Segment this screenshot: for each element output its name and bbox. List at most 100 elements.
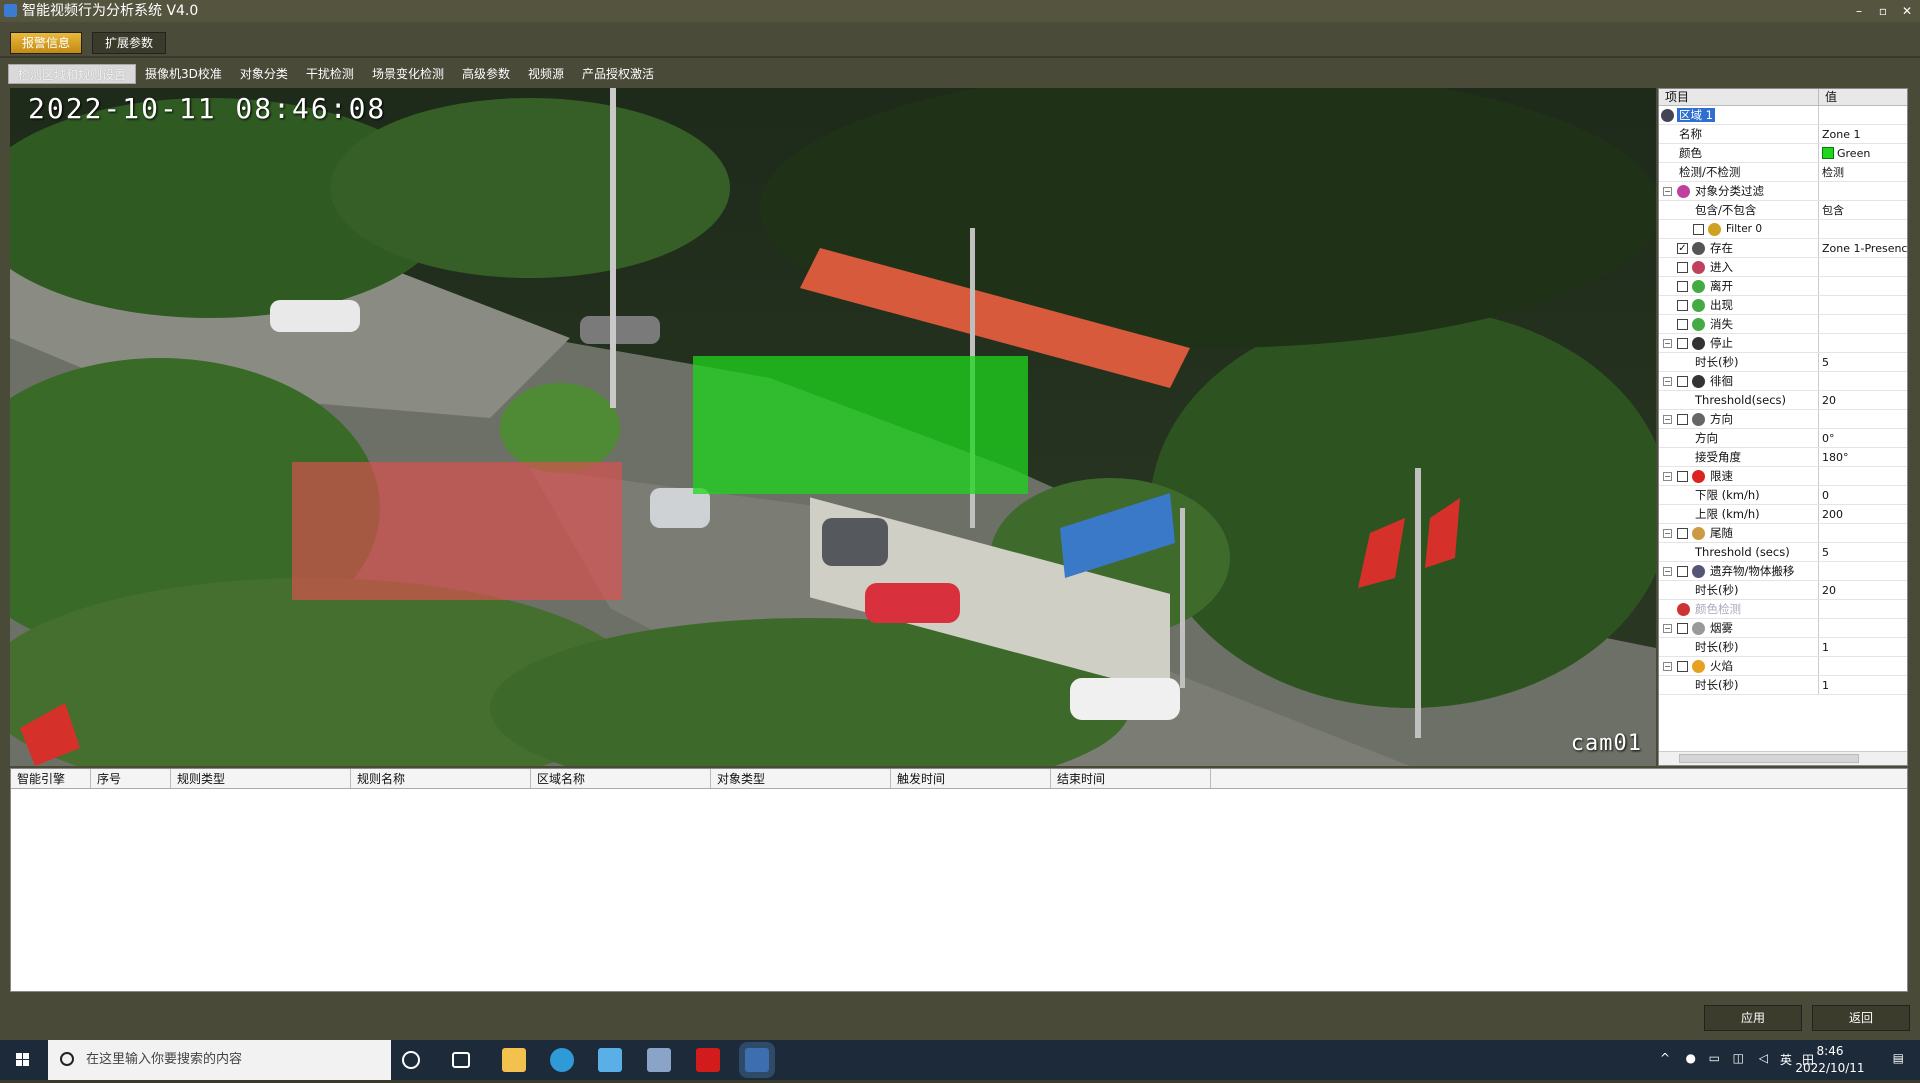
- property-value[interactable]: 检测: [1819, 163, 1907, 181]
- property-value[interactable]: [1819, 619, 1907, 637]
- property-row[interactable]: 离开: [1659, 277, 1907, 296]
- col-end-time[interactable]: 结束时间: [1051, 769, 1211, 788]
- zone-1-green[interactable]: [693, 356, 1028, 494]
- collapse-toggle-icon[interactable]: −: [1663, 415, 1672, 424]
- property-value[interactable]: 1: [1819, 638, 1907, 656]
- property-row[interactable]: − 徘徊: [1659, 372, 1907, 391]
- property-row[interactable]: − 对象分类过滤: [1659, 182, 1907, 201]
- tab-detection-zones[interactable]: 检测区域和规则设置: [8, 64, 137, 84]
- tab-video-source[interactable]: 视频源: [519, 64, 573, 84]
- property-value[interactable]: [1819, 657, 1907, 675]
- property-row[interactable]: Threshold (secs) 5: [1659, 543, 1907, 562]
- taskbar-clock[interactable]: 8:46 2022/10/11: [1790, 1043, 1870, 1077]
- collapse-toggle-icon[interactable]: −: [1663, 662, 1672, 671]
- cortana-icon[interactable]: [402, 1051, 420, 1069]
- tab-advanced-params[interactable]: 高级参数: [453, 64, 519, 84]
- property-value[interactable]: [1819, 562, 1907, 580]
- property-row[interactable]: − 火焰: [1659, 657, 1907, 676]
- property-value[interactable]: [1819, 600, 1907, 618]
- network-icon[interactable]: ◫: [1733, 1051, 1744, 1065]
- rule-checkbox[interactable]: [1677, 262, 1688, 273]
- back-button[interactable]: 返回: [1812, 1005, 1910, 1031]
- property-value[interactable]: [1819, 220, 1907, 238]
- property-row[interactable]: 时长(秒) 1: [1659, 638, 1907, 657]
- rule-checkbox[interactable]: [1677, 566, 1688, 577]
- battery-icon[interactable]: ▭: [1709, 1051, 1720, 1065]
- pdf-reader-icon[interactable]: [696, 1048, 720, 1072]
- property-row[interactable]: − 停止: [1659, 334, 1907, 353]
- zone-2-red[interactable]: [292, 462, 622, 600]
- extended-params-button[interactable]: 扩展参数: [92, 32, 166, 54]
- app-icon-generic[interactable]: [647, 1048, 671, 1072]
- property-row[interactable]: − 尾随: [1659, 524, 1907, 543]
- file-explorer-icon[interactable]: [502, 1048, 526, 1072]
- property-value[interactable]: 包含: [1819, 201, 1907, 219]
- task-view-icon[interactable]: [452, 1052, 470, 1068]
- property-value[interactable]: [1819, 524, 1907, 542]
- property-row[interactable]: − 烟雾: [1659, 619, 1907, 638]
- property-row[interactable]: 进入: [1659, 258, 1907, 277]
- property-value[interactable]: 20: [1819, 391, 1907, 409]
- property-row[interactable]: 包含/不包含 包含: [1659, 201, 1907, 220]
- property-value[interactable]: 0: [1819, 486, 1907, 504]
- camera-view[interactable]: 2022-10-11 08:46:08 cam01: [10, 88, 1656, 766]
- property-row[interactable]: − 遗弃物/物体搬移: [1659, 562, 1907, 581]
- property-value[interactable]: 5: [1819, 543, 1907, 561]
- collapse-toggle-icon[interactable]: −: [1663, 187, 1672, 196]
- rule-checkbox[interactable]: [1677, 376, 1688, 387]
- property-value[interactable]: Green: [1819, 144, 1907, 162]
- property-value[interactable]: 5: [1819, 353, 1907, 371]
- rule-checkbox[interactable]: ✓: [1677, 243, 1688, 254]
- col-index[interactable]: 序号: [91, 769, 171, 788]
- col-rule-name[interactable]: 规则名称: [351, 769, 531, 788]
- property-value[interactable]: 200: [1819, 505, 1907, 523]
- taskbar-search[interactable]: 在这里输入你要搜索的内容: [48, 1040, 391, 1080]
- col-object-type[interactable]: 对象类型: [711, 769, 891, 788]
- tab-camera-calibration[interactable]: 摄像机3D校准: [136, 64, 231, 84]
- rule-checkbox[interactable]: [1677, 414, 1688, 425]
- property-row[interactable]: − 方向: [1659, 410, 1907, 429]
- maximize-button[interactable]: ▫: [1874, 0, 1892, 22]
- property-row[interactable]: 检测/不检测 检测: [1659, 163, 1907, 182]
- col-trigger-time[interactable]: 触发时间: [891, 769, 1051, 788]
- rule-checkbox[interactable]: [1677, 661, 1688, 672]
- property-value[interactable]: [1819, 182, 1907, 200]
- property-value[interactable]: 180°: [1819, 448, 1907, 466]
- tab-license-activation[interactable]: 产品授权激活: [573, 64, 663, 84]
- rule-checkbox[interactable]: [1677, 528, 1688, 539]
- tray-app-icon[interactable]: ●: [1686, 1051, 1696, 1065]
- property-value[interactable]: 0°: [1819, 429, 1907, 447]
- rule-checkbox[interactable]: [1693, 224, 1704, 235]
- alarm-info-button[interactable]: 报警信息: [10, 32, 82, 54]
- collapse-toggle-icon[interactable]: −: [1663, 377, 1672, 386]
- edge-browser-icon[interactable]: [550, 1048, 574, 1072]
- col-zone-name[interactable]: 区域名称: [531, 769, 711, 788]
- property-row[interactable]: 消失: [1659, 315, 1907, 334]
- property-value[interactable]: [1819, 467, 1907, 485]
- property-value[interactable]: Zone 1-Presence: [1819, 239, 1907, 257]
- property-grid-scrollbar[interactable]: [1659, 751, 1907, 765]
- col-rule-type[interactable]: 规则类型: [171, 769, 351, 788]
- store-icon[interactable]: [598, 1048, 622, 1072]
- tab-scene-change[interactable]: 场景变化检测: [363, 64, 453, 84]
- property-value[interactable]: [1819, 410, 1907, 428]
- property-row[interactable]: 时长(秒) 1: [1659, 676, 1907, 695]
- property-row[interactable]: 时长(秒) 5: [1659, 353, 1907, 372]
- property-row[interactable]: 颜色检测: [1659, 600, 1907, 619]
- property-value[interactable]: [1819, 315, 1907, 333]
- tray-chevron-icon[interactable]: ^: [1660, 1051, 1670, 1065]
- col-engine[interactable]: 智能引擎: [11, 769, 91, 788]
- property-row[interactable]: 出现: [1659, 296, 1907, 315]
- close-button[interactable]: ✕: [1898, 0, 1916, 22]
- property-value[interactable]: [1819, 372, 1907, 390]
- video-analysis-app-icon[interactable]: [745, 1048, 769, 1072]
- minimize-button[interactable]: –: [1850, 0, 1868, 22]
- collapse-toggle-icon[interactable]: −: [1663, 529, 1672, 538]
- property-row[interactable]: 接受角度 180°: [1659, 448, 1907, 467]
- tab-interference-detection[interactable]: 干扰检测: [297, 64, 363, 84]
- tab-object-classification[interactable]: 对象分类: [231, 64, 297, 84]
- rule-checkbox[interactable]: [1677, 319, 1688, 330]
- rule-checkbox[interactable]: [1677, 300, 1688, 311]
- property-row[interactable]: 下限 (km/h) 0: [1659, 486, 1907, 505]
- property-value[interactable]: [1819, 258, 1907, 276]
